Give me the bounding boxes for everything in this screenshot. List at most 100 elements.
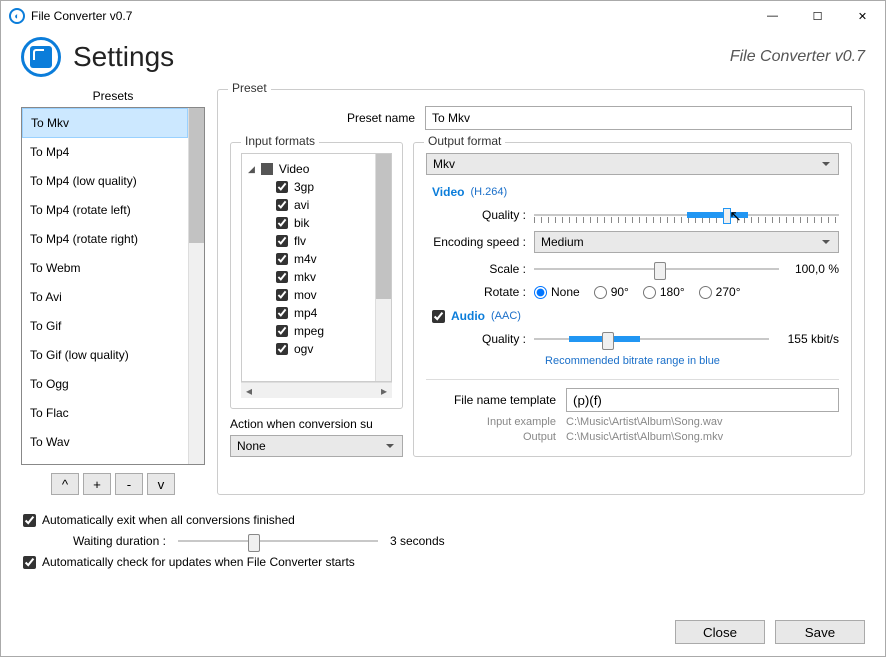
encoding-speed-label: Encoding speed : (426, 235, 526, 249)
app-version-label: File Converter v0.7 (730, 48, 865, 66)
format-item[interactable]: mkv (246, 268, 371, 286)
format-item[interactable]: m4v (246, 250, 371, 268)
preset-list[interactable]: To MkvTo Mp4To Mp4 (low quality)To Mp4 (… (22, 108, 188, 464)
preset-down-button[interactable]: v (147, 473, 175, 495)
tree-root-checkbox[interactable] (261, 163, 273, 175)
format-checkbox[interactable] (276, 289, 288, 301)
maximize-button[interactable]: ☐ (795, 1, 840, 31)
audio-codec-label: (AAC) (491, 310, 521, 322)
preset-item[interactable]: To Flac (22, 399, 188, 428)
wait-duration-slider[interactable] (178, 531, 378, 551)
auto-exit-checkbox[interactable] (23, 514, 36, 527)
output-example-value: C:\Music\Artist\Album\Song.mkv (566, 431, 723, 443)
preset-scrollbar[interactable] (188, 108, 204, 464)
preset-item[interactable]: To Gif (22, 312, 188, 341)
preset-item[interactable]: To Mp4 (rotate right) (22, 225, 188, 254)
preset-item[interactable]: To Mp4 (rotate left) (22, 196, 188, 225)
logo-icon (21, 37, 61, 77)
bitrate-recommend-label: Recommended bitrate range in blue (426, 355, 839, 367)
rotate-option[interactable]: 90° (594, 285, 629, 299)
preset-item[interactable]: To Mp3 (22, 457, 188, 464)
format-item[interactable]: 3gp (246, 178, 371, 196)
input-example-value: C:\Music\Artist\Album\Song.wav (566, 416, 723, 428)
video-section-label: Video (432, 185, 464, 199)
audio-quality-slider[interactable] (534, 329, 769, 349)
action-label: Action when conversion su (230, 417, 403, 431)
video-codec-label: (H.264) (470, 186, 507, 198)
minimize-button[interactable]: — (750, 1, 795, 31)
page-title: Settings (73, 41, 174, 73)
input-formats-label: Input formats (241, 134, 319, 148)
preset-item[interactable]: To Mp4 (low quality) (22, 167, 188, 196)
rotate-option[interactable]: 180° (643, 285, 685, 299)
rotate-option[interactable]: None (534, 285, 580, 299)
auto-update-label: Automatically check for updates when Fil… (42, 555, 355, 569)
close-window-button[interactable]: ✕ (840, 1, 885, 31)
format-item[interactable]: bik (246, 214, 371, 232)
output-format-label: Output format (424, 134, 505, 148)
filename-template-input[interactable] (566, 388, 839, 412)
tree-expand-icon[interactable]: ◢ (248, 164, 255, 175)
encoding-speed-dropdown[interactable]: Medium (534, 231, 839, 253)
format-item[interactable]: mov (246, 286, 371, 304)
preset-up-button[interactable]: ^ (51, 473, 79, 495)
format-item[interactable]: flv (246, 232, 371, 250)
tree-vscrollbar[interactable] (375, 154, 391, 381)
format-checkbox[interactable] (276, 235, 288, 247)
preset-add-button[interactable]: + (83, 473, 111, 495)
close-button[interactable]: Close (675, 620, 765, 644)
preset-item[interactable]: To Ogg (22, 370, 188, 399)
save-button[interactable]: Save (775, 620, 865, 644)
preset-item[interactable]: To Wav (22, 428, 188, 457)
filename-template-label: File name template (426, 393, 556, 407)
presets-label: Presets (21, 89, 205, 103)
input-example-label: Input example (426, 416, 556, 428)
preset-name-label: Preset name (230, 111, 415, 125)
audio-bitrate-value: 155 kbit/s (779, 332, 839, 346)
app-icon: ◐ (9, 8, 25, 24)
rotate-option[interactable]: 270° (699, 285, 741, 299)
preset-item[interactable]: To Webm (22, 254, 188, 283)
auto-exit-label: Automatically exit when all conversions … (42, 513, 295, 527)
format-checkbox[interactable] (276, 343, 288, 355)
output-format-dropdown[interactable]: Mkv (426, 153, 839, 175)
format-item[interactable]: mp4 (246, 304, 371, 322)
scale-label: Scale : (426, 262, 526, 276)
wait-duration-label: Waiting duration : (73, 534, 166, 548)
auto-update-checkbox[interactable] (23, 556, 36, 569)
preset-item[interactable]: To Gif (low quality) (22, 341, 188, 370)
video-quality-label: Quality : (426, 208, 526, 222)
preset-remove-button[interactable]: - (115, 473, 143, 495)
scale-value: 100,0 % (789, 262, 839, 276)
format-item[interactable]: avi (246, 196, 371, 214)
preset-item[interactable]: To Mp4 (22, 138, 188, 167)
preset-name-input[interactable] (425, 106, 852, 130)
output-example-label: Output (426, 431, 556, 443)
format-item[interactable]: mpeg (246, 322, 371, 340)
scale-slider[interactable] (534, 259, 779, 279)
window-title: File Converter v0.7 (31, 9, 132, 23)
header: Settings File Converter v0.7 (1, 31, 885, 89)
audio-quality-label: Quality : (426, 332, 526, 346)
format-checkbox[interactable] (276, 271, 288, 283)
titlebar: ◐ File Converter v0.7 — ☐ ✕ (1, 1, 885, 31)
preset-item[interactable]: To Mkv (22, 108, 188, 138)
audio-enabled-checkbox[interactable] (432, 310, 445, 323)
format-item[interactable]: ogv (246, 340, 371, 358)
input-formats-tree[interactable]: ◢ Video 3gpavibikflvm4vmkvmovmp4mpegogv (242, 154, 375, 381)
format-checkbox[interactable] (276, 181, 288, 193)
preset-group-label: Preset (228, 81, 271, 95)
wait-duration-value: 3 seconds (390, 534, 445, 548)
format-checkbox[interactable] (276, 325, 288, 337)
tree-root-label: Video (279, 162, 309, 176)
format-checkbox[interactable] (276, 307, 288, 319)
format-checkbox[interactable] (276, 217, 288, 229)
action-dropdown[interactable]: None (230, 435, 403, 457)
audio-section-label: Audio (451, 309, 485, 323)
preset-item[interactable]: To Avi (22, 283, 188, 312)
tree-hscrollbar[interactable]: ◂▸ (241, 382, 392, 398)
video-quality-slider[interactable]: ↖ (534, 205, 839, 225)
rotate-label: Rotate : (426, 285, 526, 299)
format-checkbox[interactable] (276, 199, 288, 211)
format-checkbox[interactable] (276, 253, 288, 265)
